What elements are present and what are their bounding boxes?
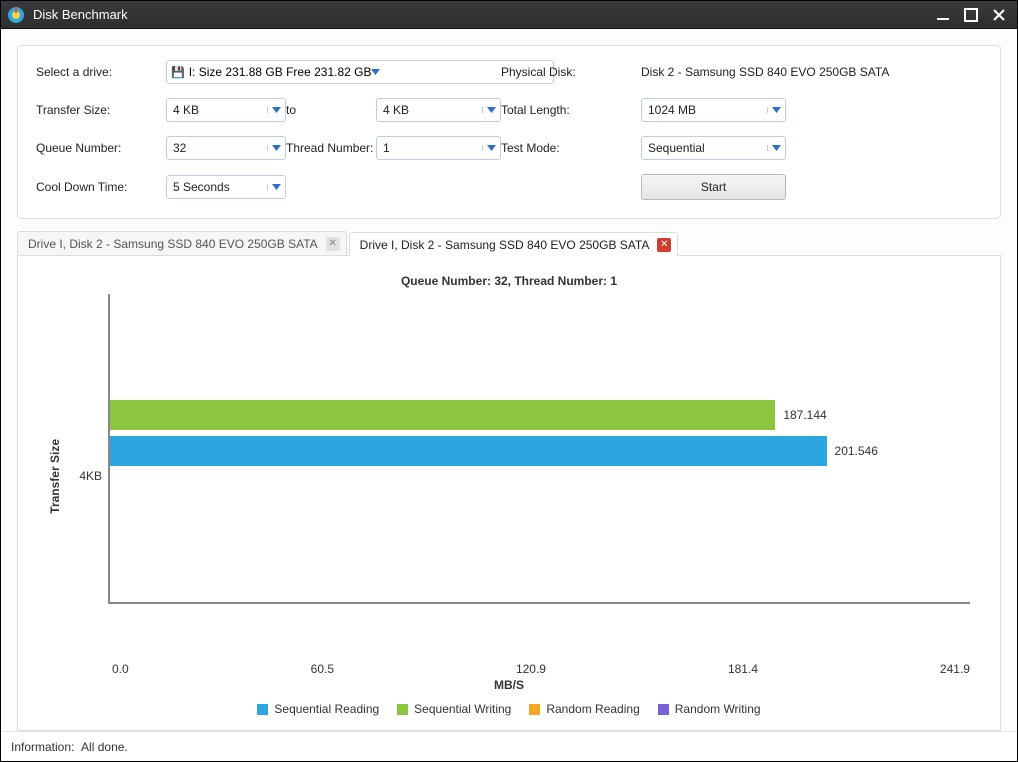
- x-tick-label: 181.4: [728, 662, 758, 676]
- legend-item: Sequential Writing: [397, 702, 511, 716]
- bar-value-label: 201.546: [835, 444, 878, 458]
- app-window: Disk Benchmark Select a drive: 💾 I: Size…: [0, 0, 1018, 762]
- tab-label: Drive I, Disk 2 - Samsung SSD 840 EVO 25…: [360, 238, 650, 252]
- x-tick-label: 241.9: [940, 662, 970, 676]
- chevron-down-icon: [767, 107, 785, 113]
- legend-item: Random Writing: [658, 702, 761, 716]
- tabs-row: Drive I, Disk 2 - Samsung SSD 840 EVO 25…: [17, 231, 1001, 256]
- transfer-to-value: 4 KB: [377, 103, 482, 117]
- minimize-button[interactable]: [931, 5, 955, 25]
- x-tick-label: 60.5: [311, 662, 334, 676]
- x-axis-label: MB/S: [48, 678, 970, 692]
- test-mode-label: Test Mode:: [501, 141, 641, 155]
- tab-result-2[interactable]: Drive I, Disk 2 - Samsung SSD 840 EVO 25…: [349, 232, 679, 256]
- x-ticks: 0.0 60.5 120.9 181.4 241.9: [112, 662, 970, 676]
- chart-title: Queue Number: 32, Thread Number: 1: [48, 274, 970, 288]
- chevron-down-icon: [482, 145, 500, 151]
- drive-icon: 💾: [171, 66, 185, 79]
- chevron-down-icon: [267, 184, 285, 190]
- legend: Sequential Reading Sequential Writing Rand…: [48, 702, 970, 716]
- legend-label: Sequential Reading: [274, 702, 379, 716]
- thread-number-value: 1: [377, 141, 482, 155]
- transfer-size-label: Transfer Size:: [36, 103, 166, 117]
- x-tick-label: 0.0: [112, 662, 129, 676]
- chevron-down-icon: [371, 69, 380, 75]
- bar-value-label: 187.144: [783, 408, 826, 422]
- chevron-down-icon: [767, 145, 785, 151]
- test-mode-select[interactable]: Sequential: [641, 136, 786, 160]
- maximize-button[interactable]: [959, 5, 983, 25]
- drive-select-value: I: Size 231.88 GB Free 231.82 GB: [189, 65, 372, 79]
- total-length-select[interactable]: 1024 MB: [641, 98, 786, 122]
- chart-bar: [110, 400, 775, 430]
- x-tick-label: 120.9: [516, 662, 546, 676]
- app-icon: [7, 6, 25, 24]
- queue-number-label: Queue Number:: [36, 141, 166, 155]
- legend-label: Random Writing: [675, 702, 761, 716]
- transfer-to-select[interactable]: 4 KB: [376, 98, 501, 122]
- status-bar: Information: All done.: [1, 731, 1017, 761]
- cooldown-value: 5 Seconds: [167, 180, 267, 194]
- legend-swatch: [397, 704, 408, 715]
- start-button[interactable]: Start: [641, 174, 786, 200]
- titlebar: Disk Benchmark: [1, 1, 1017, 29]
- content-area: Select a drive: 💾 I: Size 231.88 GB Free…: [1, 29, 1017, 731]
- test-mode-value: Sequential: [642, 141, 767, 155]
- total-length-label: Total Length:: [501, 103, 641, 117]
- thread-number-select[interactable]: 1: [376, 136, 501, 160]
- tab-result-1[interactable]: Drive I, Disk 2 - Samsung SSD 840 EVO 25…: [17, 231, 347, 255]
- total-length-value: 1024 MB: [642, 103, 767, 117]
- chevron-down-icon: [482, 107, 500, 113]
- queue-number-value: 32: [167, 141, 267, 155]
- status-label: Information:: [11, 740, 74, 754]
- cooldown-label: Cool Down Time:: [36, 180, 166, 194]
- cooldown-select[interactable]: 5 Seconds: [166, 175, 286, 199]
- legend-label: Random Reading: [546, 702, 639, 716]
- close-button[interactable]: [987, 5, 1011, 25]
- plot-area: 187.144 201.546: [108, 294, 970, 604]
- select-drive-label: Select a drive:: [36, 65, 166, 79]
- legend-swatch: [658, 704, 669, 715]
- queue-number-select[interactable]: 32: [166, 136, 286, 160]
- legend-label: Sequential Writing: [414, 702, 511, 716]
- tab-label: Drive I, Disk 2 - Samsung SSD 840 EVO 25…: [28, 237, 318, 251]
- transfer-from-value: 4 KB: [167, 103, 267, 117]
- legend-item: Sequential Reading: [257, 702, 379, 716]
- window-title: Disk Benchmark: [33, 7, 927, 22]
- legend-swatch: [257, 704, 268, 715]
- tab-close-icon[interactable]: ✕: [657, 238, 671, 252]
- physical-disk-value: Disk 2 - Samsung SSD 840 EVO 250GB SATA: [641, 65, 786, 79]
- y-axis-label: Transfer Size: [48, 439, 62, 514]
- thread-number-label: Thread Number:: [286, 141, 376, 155]
- legend-item: Random Reading: [529, 702, 639, 716]
- y-tick-label: 4KB: [68, 469, 108, 483]
- legend-swatch: [529, 704, 540, 715]
- physical-disk-label: Physical Disk:: [501, 65, 641, 79]
- status-value: All done.: [81, 740, 128, 754]
- chevron-down-icon: [267, 145, 285, 151]
- to-label: to: [286, 103, 376, 117]
- chart-bar: [110, 436, 827, 466]
- config-panel: Select a drive: 💾 I: Size 231.88 GB Free…: [17, 45, 1001, 219]
- chevron-down-icon: [267, 107, 285, 113]
- drive-select[interactable]: 💾 I: Size 231.88 GB Free 231.82 GB: [166, 60, 554, 84]
- tab-close-icon[interactable]: ✕: [326, 237, 340, 251]
- chart-pane: Queue Number: 32, Thread Number: 1 Trans…: [17, 256, 1001, 731]
- transfer-from-select[interactable]: 4 KB: [166, 98, 286, 122]
